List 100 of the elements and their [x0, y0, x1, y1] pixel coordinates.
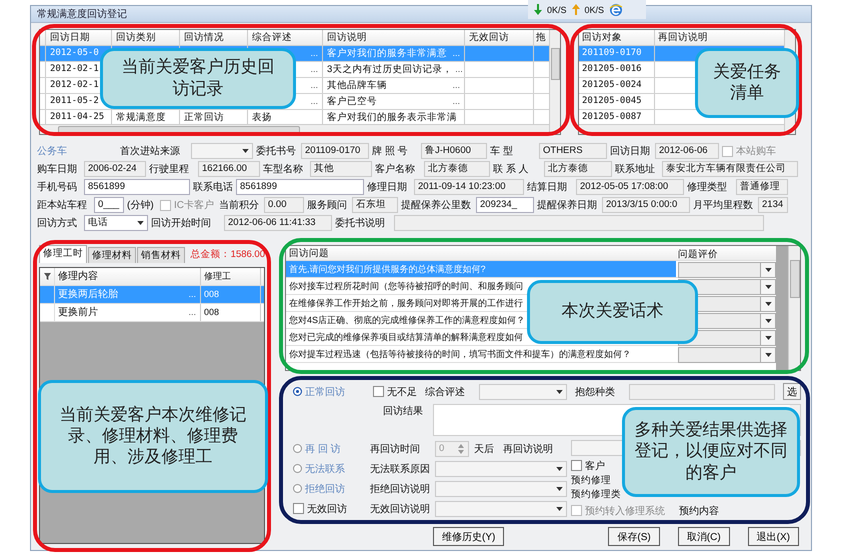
dropdown[interactable]	[435, 480, 567, 496]
caret-icon	[137, 221, 144, 225]
table-cell-text: 常规满意度	[116, 111, 166, 125]
dropdown[interactable]	[191, 143, 253, 159]
table-cell-text: 008	[204, 306, 220, 319]
table-cell-text: 2012-05-0	[50, 47, 99, 60]
text-field[interactable]: 泰安北方车辆有限责任公司	[662, 161, 798, 177]
field-label: 回访日期	[610, 144, 651, 158]
field-label: 预约内容	[679, 504, 719, 518]
column-header[interactable]: 回访对象	[579, 30, 655, 45]
field-label: 回访结果	[382, 404, 424, 419]
dropdown[interactable]: 电话	[84, 215, 148, 231]
field-label: 联系地址	[615, 162, 656, 176]
upload-speed: 0K/S	[584, 4, 604, 14]
table-row[interactable]: 更换前片 ... 008	[40, 304, 264, 322]
text-field[interactable]: 2013/3/15 0:00:0	[602, 197, 690, 213]
text-field[interactable]: 2134	[758, 197, 788, 213]
field-label: (分钟)	[127, 198, 155, 212]
column-header[interactable]: 回访说明	[323, 30, 465, 45]
dropdown[interactable]	[479, 384, 567, 400]
column-header[interactable]: 回访类别	[112, 30, 180, 45]
text-field[interactable]: 2006-02-24	[84, 161, 146, 177]
tab[interactable]: 修理材料	[88, 247, 136, 263]
caret-icon	[556, 486, 563, 490]
input-field[interactable]: 8561899	[236, 179, 364, 195]
text-field[interactable]: 鲁J-H0600	[421, 143, 487, 159]
annotation-tooltip: 本次关爱话术	[527, 280, 698, 344]
column-header[interactable]: 无效回访	[465, 30, 534, 45]
table-cell-text: 008	[204, 288, 220, 301]
more-button[interactable]: ...	[307, 78, 322, 93]
column-header[interactable]: 综合评述	[248, 30, 323, 45]
text-field[interactable]	[394, 215, 764, 231]
text-field[interactable]: 北方泰德	[544, 161, 612, 177]
field-label: 回访方式	[37, 216, 78, 230]
table-cell-text: 客户对我们的服务非常满意	[327, 47, 447, 61]
field-label: 当前积分	[219, 198, 260, 212]
more-button[interactable]: ...	[449, 78, 464, 93]
action-button[interactable]: 退出(X)	[748, 527, 799, 546]
checkbox[interactable]: 客户	[571, 458, 605, 472]
caret-icon	[764, 302, 772, 306]
field-label: 预约修理	[571, 475, 612, 487]
column-header[interactable]: 修理内容	[55, 268, 201, 285]
column-header[interactable]: 修理工	[201, 268, 261, 285]
text-field[interactable]: 2011-09-14 10:23:00	[414, 179, 524, 195]
tab[interactable]: 修理工时	[39, 245, 87, 263]
text-field[interactable]: 石东坦	[352, 197, 398, 213]
more-button[interactable]: ...	[449, 94, 464, 109]
field-label: 无法联系原因	[370, 462, 430, 476]
text-field[interactable]: 2012-06-06 11:41:33	[224, 215, 332, 231]
field-label: 委托书说明	[335, 216, 386, 230]
field-label: 服务顾问	[307, 199, 348, 212]
dropdown[interactable]	[435, 500, 567, 516]
text-field[interactable]: 北方泰德	[424, 161, 490, 177]
up-arrow-icon	[572, 4, 580, 15]
input-field[interactable]: 209234_	[476, 197, 534, 213]
text-field[interactable]	[629, 384, 775, 400]
text-field[interactable]: 普通修理	[736, 179, 788, 195]
browser-icon[interactable]	[609, 2, 624, 16]
action-button[interactable]: 维修历史(Y)	[433, 527, 504, 546]
caret-icon	[764, 319, 772, 323]
field-label: 联 系 人	[493, 162, 530, 176]
text-field[interactable]: 2012-06-06	[655, 143, 719, 159]
column-header[interactable]: 回访日期	[46, 30, 112, 45]
more-button[interactable]: ...	[307, 62, 322, 77]
tab[interactable]: 销售材料	[137, 247, 185, 263]
table-cell: 201205-0087	[582, 112, 642, 122]
text-field[interactable]: 162166.00	[198, 161, 260, 177]
action-button[interactable]: 保存(S)	[608, 527, 660, 546]
table-cell: 201205-0016	[582, 64, 642, 74]
action-button[interactable]: 取消(C)	[678, 527, 730, 546]
column-header[interactable]: 回访情况	[180, 30, 248, 45]
table-cell-text: 表扬	[252, 111, 272, 125]
more-button[interactable]: ...	[452, 62, 464, 77]
dropdown[interactable]	[678, 347, 776, 363]
question-cell[interactable]: 你对提车过程迅速（包括等待被接待的时间，填写书面文件和提车）的满意程度如何？	[286, 346, 676, 363]
field-label: 天后	[474, 442, 495, 456]
input-field[interactable]: 0___	[94, 197, 124, 213]
select-button[interactable]: 选	[783, 383, 801, 400]
dropdown[interactable]	[435, 460, 567, 476]
text-field[interactable]: 其他	[310, 161, 372, 177]
field-label: 距本站车程	[37, 198, 88, 212]
text-field[interactable]: 2012-05-05 17:08:00	[576, 179, 684, 195]
checkbox[interactable]: 无不足	[373, 384, 417, 398]
field-label: 牌 照 号	[372, 145, 409, 158]
text-field[interactable]: OTHERS	[539, 143, 607, 159]
table-cell-text: 2012-02-1	[50, 63, 99, 76]
field-label: 客户名称	[375, 162, 416, 176]
filter-icon[interactable]	[44, 273, 50, 280]
table-cell-text: 3天之内有过历史回访记录，	[327, 63, 452, 77]
scrollbar[interactable]	[788, 246, 800, 370]
scrollbar[interactable]	[549, 30, 560, 134]
input-field[interactable]: 8561899	[84, 179, 190, 195]
more-button[interactable]: ...	[185, 304, 200, 321]
checkbox[interactable]: 无效回访	[293, 502, 347, 516]
more-button[interactable]: ...	[307, 94, 322, 109]
dropdown[interactable]	[678, 262, 776, 278]
text-field[interactable]: 201109-0170	[301, 143, 369, 159]
spinner-arrows-icon[interactable]	[457, 442, 465, 454]
down-arrow-icon	[534, 4, 542, 15]
text-field[interactable]: 0.00	[264, 197, 304, 213]
